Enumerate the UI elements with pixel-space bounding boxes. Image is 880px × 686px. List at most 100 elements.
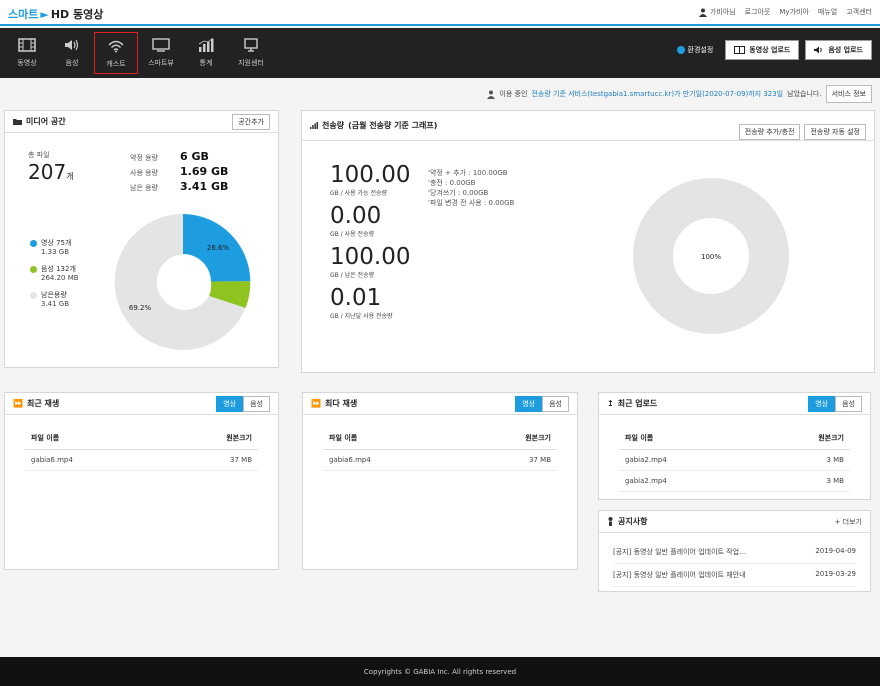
total-files-count: 207 bbox=[28, 160, 67, 184]
list-item[interactable]: [공지] 동영상 일반 플레이어 업데이트 재안내 2019-03-29 bbox=[613, 564, 856, 587]
list-item[interactable]: [공지] 동영상 일반 플레이어 업데이트 작업… 2019-04-09 bbox=[613, 541, 856, 564]
row-file-size: 37 MB bbox=[230, 456, 252, 464]
monitor-icon bbox=[151, 36, 171, 54]
media-space-title-text: 미디어 공간 bbox=[26, 117, 66, 126]
recent-play-title: ⏩ 최근 재생 bbox=[13, 398, 59, 409]
nav-label-stats: 통계 bbox=[199, 59, 213, 67]
nav-label-support: 지원센터 bbox=[238, 59, 264, 67]
top-bar: 스마트 ► HD 동영상 가비아님 로그아웃 My가비아 매뉴얼 고객센터 bbox=[0, 0, 880, 26]
storage-legend: 영상 75개 1.33 GB 음성 132개 264.20 MB 남은용량 3.… bbox=[30, 238, 79, 316]
legend-video-size: 1.33 GB bbox=[41, 248, 70, 256]
upload-audio-label: 음성 업로드 bbox=[828, 46, 863, 54]
row-file-name: gabia2.mp4 bbox=[625, 456, 667, 464]
add-space-button[interactable]: 공간추가 bbox=[232, 113, 270, 130]
table-row[interactable]: gabia6.mp4 37 MB bbox=[25, 450, 258, 471]
speaker-icon bbox=[814, 46, 823, 54]
contract-capacity-label: 약정 용량 bbox=[130, 154, 158, 162]
speaker-icon bbox=[62, 36, 82, 54]
support-link[interactable]: 고객센터 bbox=[846, 7, 872, 17]
nav-item-stats[interactable]: 통계 bbox=[184, 32, 228, 74]
notice-title-text: 공지사항 bbox=[618, 517, 648, 526]
transfer-remaining-value: 100.00 bbox=[330, 244, 411, 270]
remaining-capacity-label: 남은 용량 bbox=[130, 184, 158, 192]
most-play-table: 파일 이름 원본크기 gabia6.mp4 37 MB bbox=[323, 433, 557, 471]
legend-swatch-video bbox=[30, 239, 37, 247]
copyright-text: Copyrights © GABIA Inc. All rights reser… bbox=[363, 667, 517, 676]
manual-link[interactable]: 매뉴얼 bbox=[818, 7, 837, 17]
transfer-add-button[interactable]: 전송량 추가/충전 bbox=[738, 123, 801, 140]
user-icon bbox=[698, 8, 707, 17]
transfer-used-value: 0.00 bbox=[330, 203, 382, 229]
nav-item-audio[interactable]: 음성 bbox=[50, 32, 94, 74]
row-file-name: gabia6.mp4 bbox=[329, 456, 371, 464]
col-file-name: 파일 이름 bbox=[329, 434, 358, 442]
transfer-info-contract: 약정 + 추가 : 100.00GB bbox=[429, 169, 508, 177]
user-name: 가비아님 bbox=[709, 8, 736, 16]
nav-item-cast[interactable]: 캐스트 bbox=[94, 32, 138, 74]
upload-video-button[interactable]: 동영상 업로드 bbox=[725, 40, 800, 60]
recent-play-tabs: 영상 음성 bbox=[216, 395, 270, 412]
legend-swatch-audio bbox=[30, 265, 37, 273]
legend-swatch-remaining bbox=[30, 291, 37, 299]
legend-item-video: 영상 75개 1.33 GB bbox=[30, 238, 79, 256]
col-original-size: 원본크기 bbox=[525, 434, 551, 442]
tab-video[interactable]: 영상 bbox=[216, 395, 244, 412]
service-info-button[interactable]: 서비스 정보 bbox=[825, 85, 872, 103]
tab-audio[interactable]: 음성 bbox=[542, 395, 569, 412]
recent-upload-tabs: 영상 음성 bbox=[808, 395, 862, 412]
user-info: 가비아님 bbox=[698, 7, 736, 17]
recent-upload-table: 파일 이름 원본크기 gabia2.mp4 3 MB gabia2.mp4 3 … bbox=[619, 433, 850, 492]
settings-link[interactable]: 환경설정 bbox=[676, 45, 713, 55]
transfer-remaining: 100.00 GB / 남은 전송량 bbox=[330, 244, 410, 279]
notice-more-link[interactable]: + 더보기 bbox=[835, 517, 862, 527]
upload-arrow-icon: ↥ bbox=[607, 399, 614, 408]
transfer-lastmonth-value: 0.01 bbox=[330, 285, 382, 311]
tab-audio[interactable]: 음성 bbox=[835, 395, 862, 412]
recent-upload-header: ↥ 최근 업로드 영상 음성 bbox=[599, 393, 870, 415]
tab-video[interactable]: 영상 bbox=[515, 395, 543, 412]
upload-audio-button[interactable]: 음성 업로드 bbox=[805, 40, 872, 60]
recent-play-header: ⏩ 최근 재생 영상 음성 bbox=[5, 393, 278, 415]
fast-forward-icon: ⏩ bbox=[13, 399, 23, 408]
notice-panel: 공지사항 + 더보기 [공지] 동영상 일반 플레이어 업데이트 작업… 201… bbox=[598, 510, 871, 592]
logout-link[interactable]: 로그아웃 bbox=[745, 7, 771, 17]
notice-item-title: [공지] 동영상 일반 플레이어 업데이트 작업… bbox=[613, 548, 747, 556]
logo-text-hd: HD 동영상 bbox=[50, 8, 104, 21]
row-file-size: 3 MB bbox=[826, 456, 844, 464]
logo-text-smart: 스마트 bbox=[8, 8, 39, 21]
top-links: 가비아님 로그아웃 My가비아 매뉴얼 고객센터 bbox=[698, 7, 872, 17]
info-text-service[interactable]: 전송량 기준 서비스(testgabia1.smartucc.kr)가 만기일(… bbox=[531, 89, 783, 99]
nav-actions: 환경설정 동영상 업로드 음성 업로드 bbox=[676, 40, 872, 60]
legend-item-audio: 음성 132개 264.20 MB bbox=[30, 264, 79, 282]
wifi-icon bbox=[106, 37, 126, 55]
table-header: 파일 이름 원본크기 bbox=[619, 433, 850, 450]
user-icon bbox=[487, 90, 496, 99]
notice-header: 공지사항 + 더보기 bbox=[599, 511, 870, 533]
logo[interactable]: 스마트 ► HD 동영상 bbox=[8, 6, 103, 22]
recent-upload-panel: ↥ 최근 업로드 영상 음성 파일 이름 원본크기 gabia2.mp4 3 M… bbox=[598, 392, 871, 500]
transfer-header: 전송량 (금월 전송량 기준 그래프) 전송량 추가/충전 전송량 자동 설정 bbox=[302, 111, 874, 141]
media-space-header: 미디어 공간 공간추가 bbox=[5, 111, 278, 133]
tab-video[interactable]: 영상 bbox=[808, 395, 836, 412]
nav-item-video[interactable]: 동영상 bbox=[5, 32, 49, 74]
most-play-title: ⏩ 최다 재생 bbox=[311, 398, 357, 409]
donut-label-remaining: 69.2% bbox=[129, 304, 152, 312]
legend-video-name: 영상 75개 bbox=[41, 239, 72, 247]
table-row[interactable]: gabia6.mp4 37 MB bbox=[323, 450, 557, 471]
nav-item-smartview[interactable]: 스마트뷰 bbox=[139, 32, 183, 74]
footer: Copyrights © GABIA Inc. All rights reser… bbox=[0, 657, 880, 686]
transfer-auto-button[interactable]: 전송량 자동 설정 bbox=[804, 123, 866, 140]
tab-audio[interactable]: 음성 bbox=[243, 395, 270, 412]
storage-usage: 약정 용량 6 GB 사용 용량 1.69 GB 남은 용량 3.41 GB bbox=[130, 150, 228, 193]
mygabia-link[interactable]: My가비아 bbox=[779, 7, 809, 17]
storage-donut-chart: 26.6% 69.2% bbox=[114, 213, 251, 350]
transfer-lastmonth-caption: GB / 지난달 사용 전송량 bbox=[330, 313, 393, 320]
col-original-size: 원본크기 bbox=[226, 434, 252, 442]
transfer-remaining-caption: GB / 남은 전송량 bbox=[330, 272, 375, 279]
table-row[interactable]: gabia2.mp4 3 MB bbox=[619, 450, 850, 471]
transfer-info-advance: 당겨쓰기 : 0.00GB bbox=[429, 189, 489, 197]
table-header: 파일 이름 원본크기 bbox=[25, 433, 258, 450]
folder-icon bbox=[13, 119, 22, 125]
nav-item-support[interactable]: 지원센터 bbox=[229, 32, 273, 74]
table-row[interactable]: gabia2.mp4 3 MB bbox=[619, 471, 850, 492]
